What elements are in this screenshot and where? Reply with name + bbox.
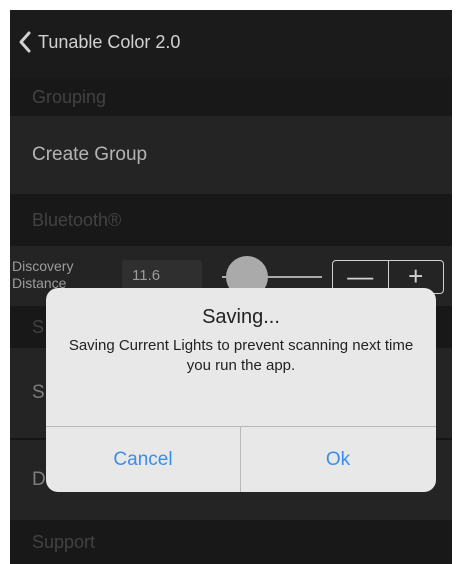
saving-alert-dialog: Saving... Saving Current Lights to preve… <box>46 288 436 492</box>
alert-title: Saving... <box>202 306 280 328</box>
alert-message: Saving Current Lights to prevent scannin… <box>68 337 414 374</box>
cancel-button[interactable]: Cancel <box>46 427 240 492</box>
app-screen: Tunable Color 2.0 Grouping Create Group … <box>10 10 452 564</box>
ok-button[interactable]: Ok <box>241 427 435 492</box>
